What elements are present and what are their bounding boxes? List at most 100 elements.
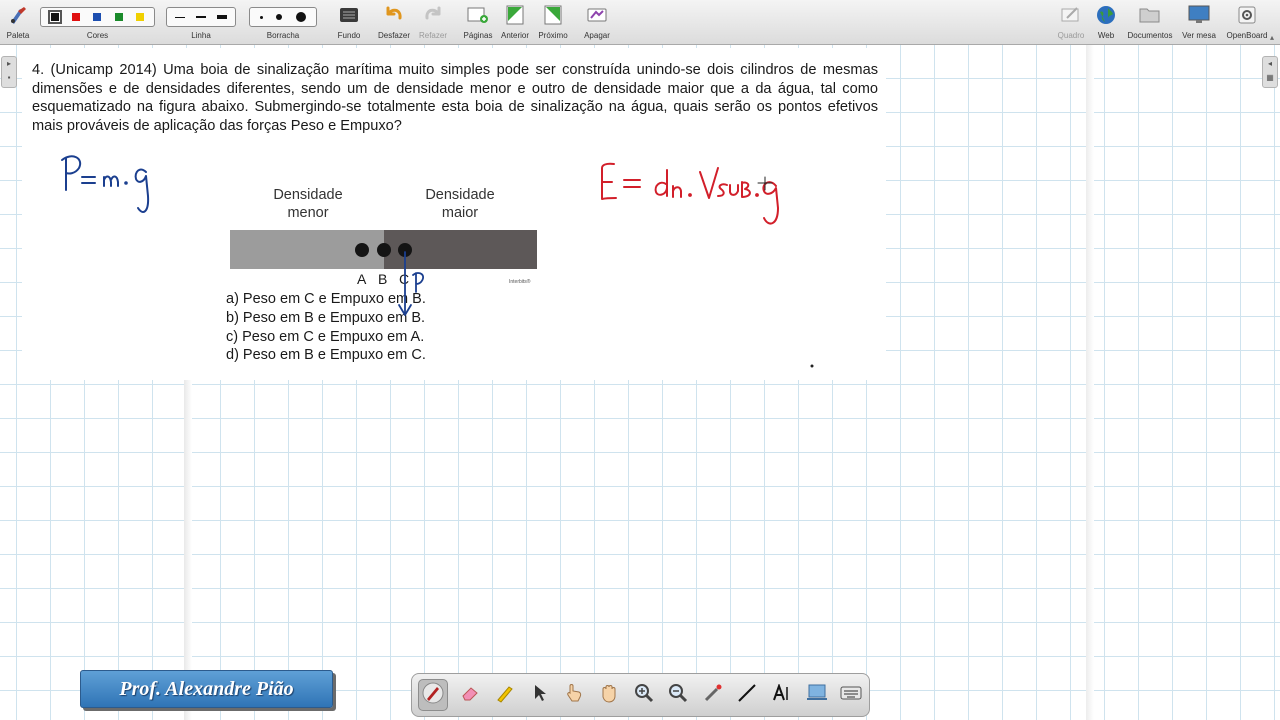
- interact-tool[interactable]: [562, 681, 586, 709]
- pages-button[interactable]: Páginas: [460, 0, 496, 45]
- highlighter-tool[interactable]: [493, 681, 517, 709]
- palette-label: Paleta: [6, 31, 30, 40]
- pages-label: Páginas: [463, 31, 493, 40]
- page-edge-shadow: [1086, 45, 1094, 720]
- redo-button[interactable]: Refazer: [416, 0, 450, 45]
- zoom-in-icon: [634, 683, 654, 708]
- eraser-group: Borracha: [249, 0, 317, 45]
- redo-label: Refazer: [418, 31, 447, 40]
- select-tool[interactable]: [528, 681, 552, 709]
- eraser-icon: [460, 685, 480, 706]
- scroll-up-icon[interactable]: ▴: [1270, 33, 1274, 42]
- previous-label: Anterior: [500, 31, 529, 40]
- web-button[interactable]: Web: [1092, 0, 1120, 45]
- answer-option-b: b) Peso em B e Empuxo em B.: [226, 310, 426, 326]
- highlighter-icon: [495, 683, 515, 708]
- answer-option-a: a) Peso em C e Empuxo em B.: [226, 291, 426, 307]
- background-label: Fundo: [337, 31, 361, 40]
- color-blue-swatch[interactable]: [93, 13, 102, 21]
- board-label: Quadro: [1057, 31, 1085, 40]
- undo-label: Desfazer: [377, 31, 410, 40]
- web-label: Web: [1097, 31, 1115, 40]
- pan-tool[interactable]: [597, 681, 621, 709]
- redo-arrow-icon: [422, 4, 444, 26]
- pen-icon: [422, 682, 444, 709]
- clear-button[interactable]: Apagar: [580, 0, 614, 45]
- label-higher-density: Densidade maior: [425, 187, 495, 221]
- settings-gear-icon: [1236, 4, 1258, 26]
- palette-button[interactable]: Paleta: [2, 0, 34, 45]
- line-width-selector[interactable]: [166, 7, 236, 27]
- chevron-left-icon: ◂: [1267, 59, 1272, 68]
- line-group: Linha: [166, 0, 236, 45]
- background-grid-icon: [338, 4, 360, 26]
- globe-icon: [1095, 4, 1117, 26]
- answer-option-c: c) Peso em C e Empuxo em A.: [226, 329, 425, 345]
- clear-label: Apagar: [584, 31, 610, 40]
- documents-button[interactable]: Documentos: [1125, 0, 1175, 45]
- left-panel-toggle[interactable]: ▸ ▪: [1, 56, 17, 88]
- desktop-view-label: Ver mesa: [1182, 31, 1216, 40]
- folder-icon: [1139, 4, 1161, 26]
- clear-page-icon: [586, 4, 608, 26]
- stylus-tool-palette: [411, 673, 870, 717]
- point-a-label: A: [357, 271, 367, 287]
- openboard-menu-button[interactable]: OpenBoard: [1222, 0, 1272, 45]
- screen-capture-icon: [806, 683, 828, 708]
- top-toolbar: Paleta Cores Linha Borracha Fundo Desfaz…: [0, 0, 1280, 45]
- undo-button[interactable]: Desfazer: [376, 0, 412, 45]
- eraser-large-option[interactable]: [296, 12, 307, 22]
- keyboard-icon: [840, 686, 862, 705]
- page-list-icon: ▪: [7, 73, 11, 82]
- zoom-out-tool[interactable]: [666, 681, 690, 709]
- colors-label: Cores: [86, 31, 109, 40]
- line-thin-option[interactable]: [175, 16, 186, 18]
- color-yellow-swatch[interactable]: [136, 13, 145, 21]
- color-selector[interactable]: [40, 7, 155, 27]
- previous-button[interactable]: Anterior: [498, 0, 532, 45]
- eraser-small-option[interactable]: [259, 15, 263, 19]
- add-page-icon: [467, 4, 489, 26]
- line-label: Linha: [191, 31, 211, 40]
- page-edge-shadow: [184, 380, 192, 720]
- question-text: 4. (Unicamp 2014) Uma boia de sinalizaçã…: [32, 62, 878, 134]
- board-button[interactable]: Quadro: [1055, 0, 1087, 45]
- line-medium-option[interactable]: [195, 16, 206, 18]
- color-green-swatch[interactable]: [114, 13, 123, 21]
- virtual-keyboard-tool[interactable]: [839, 681, 863, 709]
- hand-pointer-icon: [564, 683, 584, 708]
- background-button[interactable]: Fundo: [334, 0, 364, 45]
- pen-tool[interactable]: [418, 679, 448, 711]
- laser-pointer-icon: [703, 683, 723, 708]
- capture-tool[interactable]: [805, 681, 829, 709]
- line-thick-option[interactable]: [216, 15, 227, 19]
- color-black-swatch[interactable]: [47, 10, 62, 24]
- label-lower-density: Densidade menor: [273, 187, 343, 221]
- right-panel-toggle[interactable]: ◂ ▦: [1262, 56, 1278, 88]
- desktop-view-button[interactable]: Ver mesa: [1180, 0, 1218, 45]
- chevron-right-icon: ▸: [6, 59, 11, 68]
- line-icon: [737, 683, 757, 708]
- next-button[interactable]: Próximo: [535, 0, 571, 45]
- text-icon: [772, 682, 792, 707]
- pointer-arrow-icon: [533, 684, 547, 707]
- zoom-in-tool[interactable]: [632, 681, 656, 709]
- eraser-medium-option[interactable]: [276, 14, 283, 20]
- text-tool[interactable]: [770, 681, 794, 709]
- point-c-dot: [398, 243, 412, 257]
- color-red-swatch[interactable]: [72, 13, 81, 21]
- laser-pointer-tool[interactable]: [701, 681, 725, 709]
- point-a-dot: [355, 243, 369, 257]
- eraser-size-selector[interactable]: [249, 7, 317, 27]
- previous-page-icon: [504, 4, 526, 26]
- presenter-name: Prof. Alexandre Pião: [119, 677, 294, 700]
- next-label: Próximo: [538, 31, 568, 40]
- next-page-icon: [542, 4, 564, 26]
- line-tool[interactable]: [736, 681, 760, 709]
- eraser-tool[interactable]: [459, 681, 483, 709]
- board-icon: [1060, 4, 1082, 26]
- colors-group: Cores: [40, 0, 155, 45]
- point-c-label: C: [399, 271, 410, 287]
- undo-arrow-icon: [383, 4, 405, 26]
- point-b-label: B: [378, 271, 388, 287]
